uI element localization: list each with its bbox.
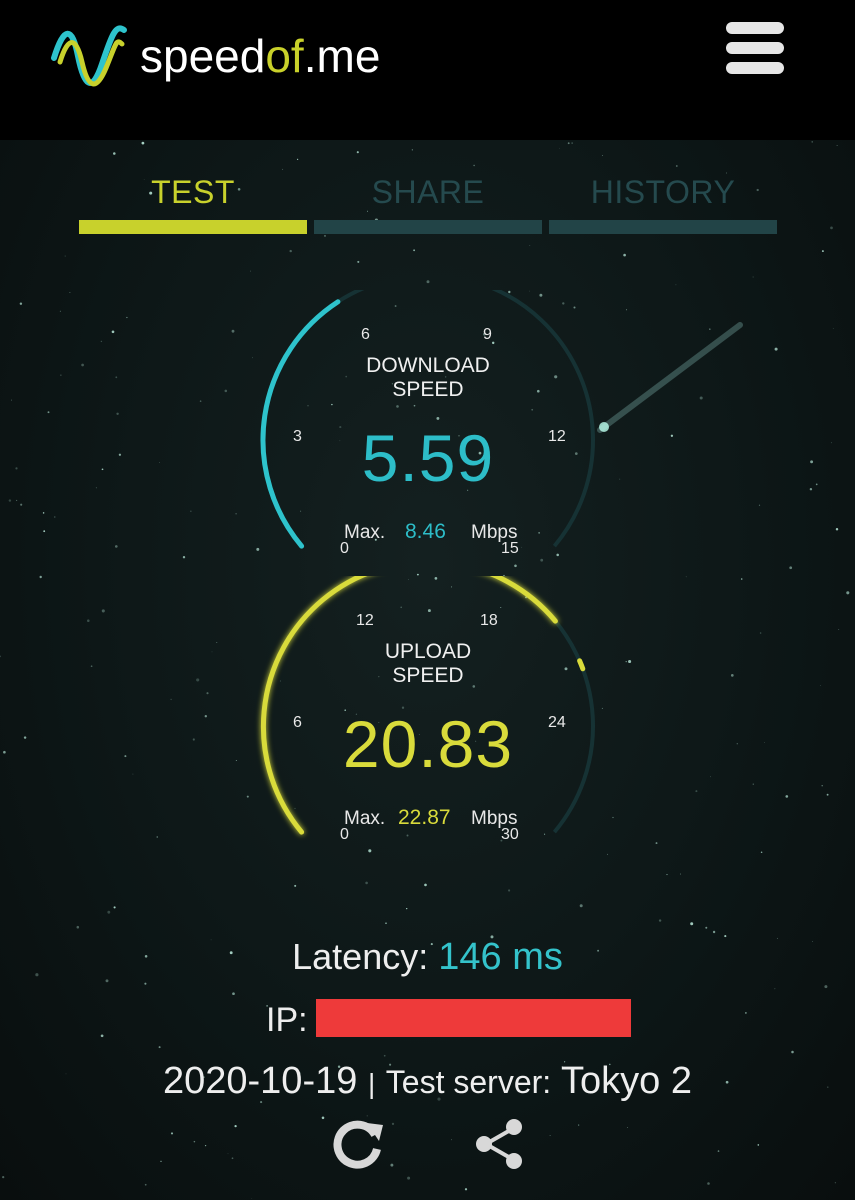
test-server-name: Tokyo 2 — [561, 1060, 692, 1102]
test-server-label: Test server: — [385, 1064, 552, 1100]
upload-max-label: Max. — [344, 808, 386, 829]
download-speed-value: 5.59 — [361, 421, 495, 495]
download-title: DOWNLOAD SPEED — [366, 354, 490, 401]
tab-history-indicator — [549, 220, 777, 234]
latency-value: 146 ms — [438, 936, 563, 978]
download-tick-6: 6 — [361, 326, 370, 343]
info-separator: | — [367, 1068, 376, 1099]
refresh-icon[interactable] — [327, 1113, 389, 1175]
tab-test[interactable]: TEST — [79, 170, 307, 236]
wave-logo-icon — [51, 25, 127, 87]
tab-history[interactable]: HISTORY — [549, 170, 777, 236]
test-info-row: 2020-10-19 | Test server: Tokyo 2 — [0, 1060, 855, 1103]
upload-unit: Mbps — [471, 808, 518, 829]
upload-speed-value: 20.83 — [342, 707, 514, 781]
test-date: 2020-10-19 — [162, 1060, 358, 1102]
ip-label: IP: — [266, 1001, 308, 1039]
download-tick-9: 9 — [483, 326, 492, 343]
download-gauge: 6 9 3 12 0 15 DOWNLOAD SPEED 5.59 Max. 8.… — [248, 290, 608, 590]
ip-redaction-bar — [316, 999, 631, 1037]
tab-share-indicator — [314, 220, 542, 234]
download-max-value: 8.46 — [405, 520, 446, 543]
tab-history-label: HISTORY — [590, 174, 736, 210]
app-header: speedof.me — [0, 0, 855, 140]
tab-share[interactable]: SHARE — [314, 170, 542, 236]
share-icon[interactable] — [470, 1113, 532, 1175]
tab-test-label: TEST — [151, 174, 235, 210]
app-logo-text: speedof.me — [140, 30, 381, 82]
download-max-label: Max. — [344, 522, 386, 543]
latency-row: Latency: 146 ms — [0, 936, 855, 979]
upload-max-value: 22.87 — [398, 806, 451, 829]
upload-tick-18: 18 — [480, 612, 498, 629]
download-unit: Mbps — [471, 522, 518, 543]
upload-tick-12: 12 — [356, 612, 374, 629]
latency-label: Latency: — [292, 936, 429, 977]
hamburger-menu-icon[interactable] — [722, 20, 788, 76]
upload-title: UPLOAD SPEED — [384, 640, 472, 687]
tab-share-label: SHARE — [371, 174, 485, 210]
upload-gauge: 12 18 6 24 0 30 UPLOAD SPEED 20.83 Max. 2… — [248, 576, 608, 876]
tab-test-indicator — [79, 220, 307, 234]
